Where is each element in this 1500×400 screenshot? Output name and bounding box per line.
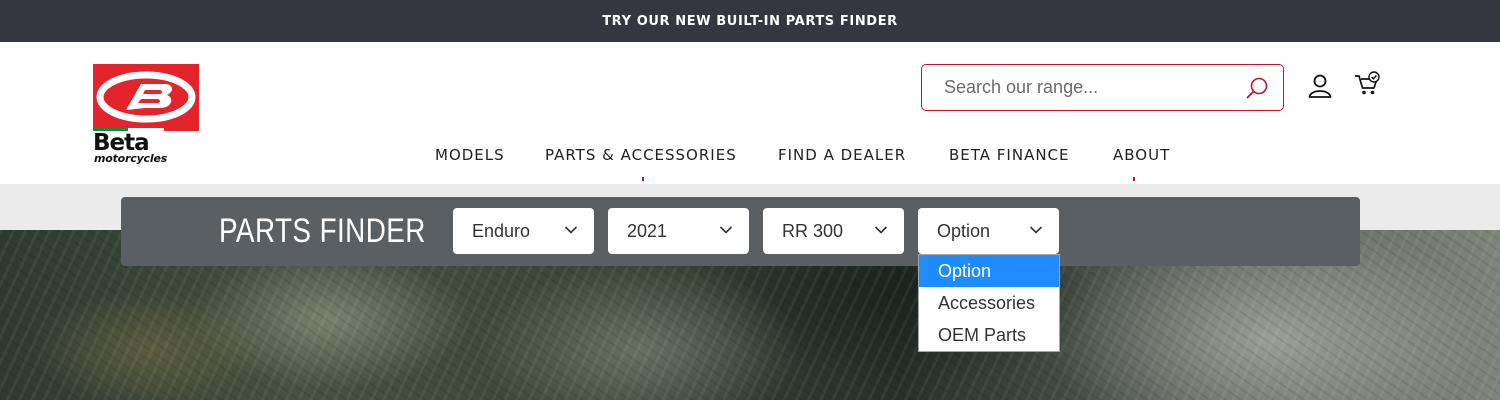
nav-item-beta-finance[interactable]: BETA FINANCE [949,146,1070,164]
announcement-bar[interactable]: TRY OUR NEW BUILT-IN PARTS FINDER [0,0,1500,42]
nav-item-about[interactable]: ABOUT [1113,146,1170,164]
account-icon[interactable] [1307,74,1333,98]
model-select[interactable]: RR 300 [763,208,904,254]
nav-item-find-a-dealer[interactable]: FIND A DEALER [778,146,906,164]
logo-emblem [93,64,199,128]
year-select[interactable]: 2021 [608,208,749,254]
announcement-text[interactable]: TRY OUR NEW BUILT-IN PARTS FINDER [602,14,898,29]
chevron-down-icon [719,226,733,234]
search-icon[interactable] [1245,76,1269,100]
model-select-value: RR 300 [782,220,844,241]
chevron-down-icon [1029,226,1043,234]
chevron-down-icon [564,226,578,234]
parts-finder: PARTS FINDER Enduro 2021 RR 300 Option [121,197,1360,266]
nav-item-parts-accessories[interactable]: PARTS & ACCESSORIES [545,146,737,164]
option-dropdown-list: Option Accessories OEM Parts [918,254,1060,352]
option-select-value: Option [937,220,991,241]
chevron-down-icon [874,226,888,234]
cart-icon[interactable] [1354,71,1382,97]
main-nav: MODELS PARTS & ACCESSORIES FIND A DEALER… [0,146,1500,168]
option-select[interactable]: Option [918,208,1059,254]
submenu-indicator [642,177,644,181]
category-select-value: Enduro [472,220,531,241]
dropdown-option-oem-parts[interactable]: OEM Parts [919,319,1059,351]
submenu-indicator [1133,177,1135,181]
parts-finder-title: PARTS FINDER [219,212,426,250]
dropdown-option-accessories[interactable]: Accessories [919,287,1059,319]
search-input[interactable] [944,67,1244,108]
year-select-value: 2021 [627,220,668,241]
site-header: Beta motorcycles MODELS PARTS & ACCESSOR… [0,42,1500,184]
search-box [921,64,1284,111]
category-select[interactable]: Enduro [453,208,594,254]
nav-item-models[interactable]: MODELS [435,146,505,164]
dropdown-option-option[interactable]: Option [919,255,1059,287]
